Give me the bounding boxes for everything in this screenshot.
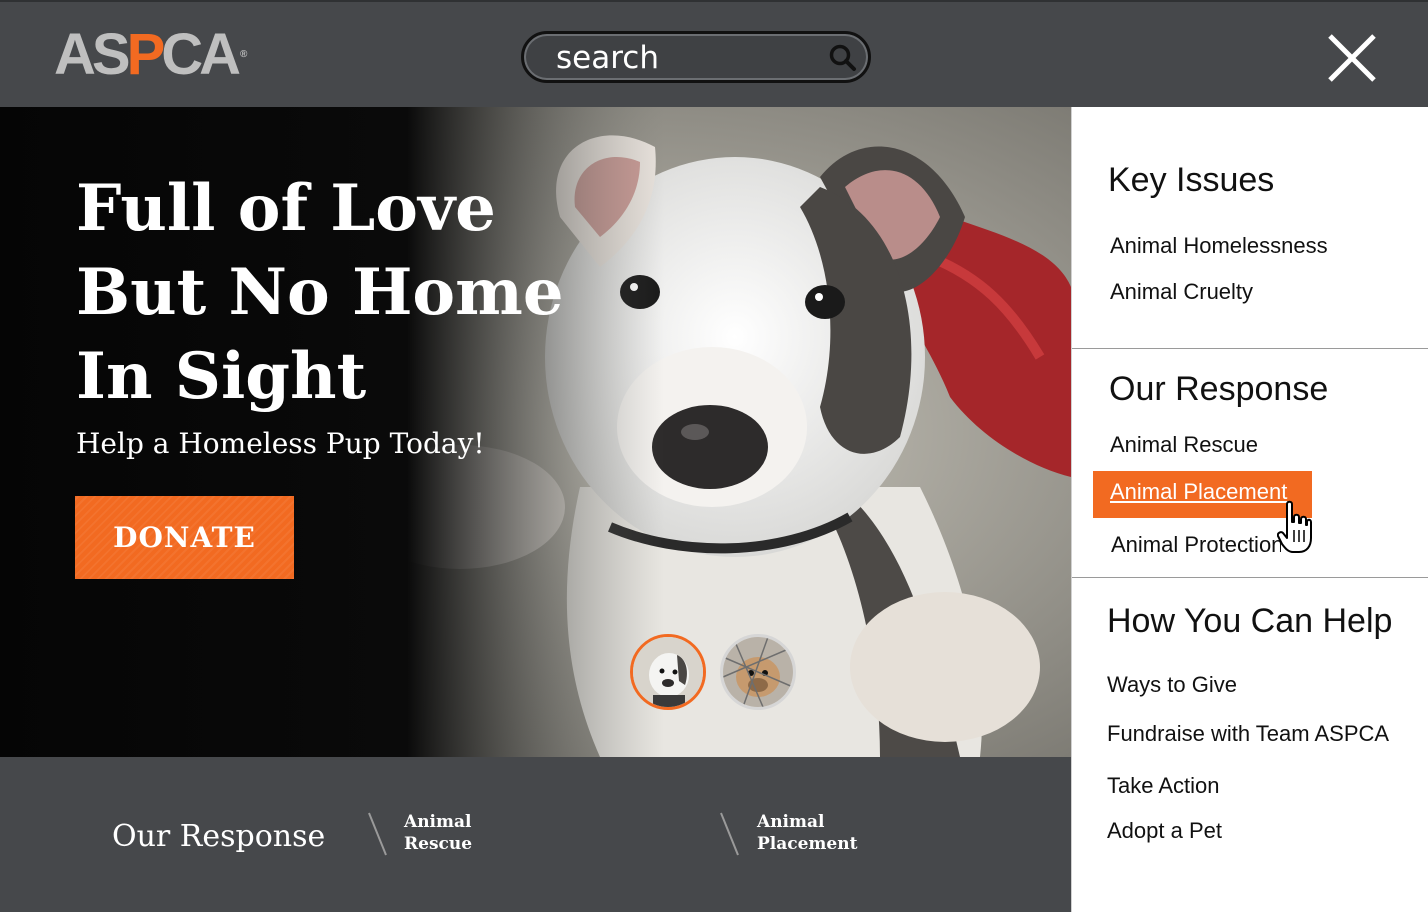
menu-item-take-action[interactable]: Take Action [1107, 773, 1220, 799]
menu-heading-how-you-can-help: How You Can Help [1107, 602, 1393, 640]
logo-text-start: AS [54, 22, 131, 87]
hero-headline: Full of Love But No Home In Sight [76, 167, 676, 419]
footer-link-animal-rescue[interactable]: Animal Rescue [404, 811, 544, 855]
menu-divider [1072, 348, 1428, 349]
footer-bar: Our Response Animal Rescue Animal Placem… [0, 757, 1071, 912]
registered-mark: ® [240, 49, 248, 60]
search-input[interactable] [556, 40, 816, 76]
donate-button[interactable]: DONATE [75, 496, 294, 579]
footer-link-line: Animal [757, 812, 825, 832]
menu-item-animal-homelessness[interactable]: Animal Homelessness [1110, 233, 1328, 259]
footer-link-line: Animal [404, 812, 472, 832]
hero-headline-line-2: But No Home [76, 255, 564, 330]
menu-divider [1072, 577, 1428, 578]
hero-headline-line-3: In Sight [76, 339, 367, 414]
footer-section-title: Our Response [112, 819, 326, 854]
menu-item-adopt-a-pet[interactable]: Adopt a Pet [1107, 818, 1222, 844]
header-bar: ASPCA ® [0, 0, 1428, 107]
menu-item-animal-rescue[interactable]: Animal Rescue [1110, 432, 1258, 458]
search-icon[interactable] [828, 43, 858, 73]
carousel-thumb-puppy-icon [723, 637, 793, 707]
logo-text-end: CA [161, 22, 241, 87]
logo-text-p: P [126, 22, 166, 87]
hero-subtitle: Help a Homeless Pup Today! [76, 427, 485, 460]
divider-slash-icon [368, 812, 387, 856]
menu-item-ways-to-give[interactable]: Ways to Give [1107, 672, 1237, 698]
footer-link-line: Rescue [404, 834, 473, 854]
menu-heading-our-response: Our Response [1109, 370, 1329, 408]
carousel-thumb-2[interactable] [720, 634, 796, 710]
hero-banner: Full of Love But No Home In Sight Help a… [0, 107, 1071, 757]
footer-link-line: Placement [757, 834, 858, 854]
footer-link-animal-placement[interactable]: Animal Placement [757, 811, 897, 855]
aspca-logo[interactable]: ASPCA ® [54, 26, 248, 84]
hero-headline-line-1: Full of Love [76, 171, 496, 246]
menu-item-animal-protection[interactable]: Animal Protection [1111, 532, 1281, 558]
close-icon[interactable] [1326, 32, 1378, 84]
menu-item-animal-cruelty[interactable]: Animal Cruelty [1110, 279, 1253, 305]
carousel-thumb-1[interactable] [630, 634, 706, 710]
menu-item-animal-placement[interactable]: Animal Placement [1093, 471, 1312, 518]
carousel-thumb-dog-icon [633, 637, 703, 707]
side-menu: Key Issues Animal Homelessness Animal Cr… [1071, 107, 1428, 912]
search-box[interactable] [521, 31, 871, 83]
menu-item-fundraise[interactable]: Fundraise with Team ASPCA [1107, 721, 1389, 747]
menu-heading-key-issues: Key Issues [1108, 161, 1275, 199]
divider-slash-icon [720, 812, 739, 856]
